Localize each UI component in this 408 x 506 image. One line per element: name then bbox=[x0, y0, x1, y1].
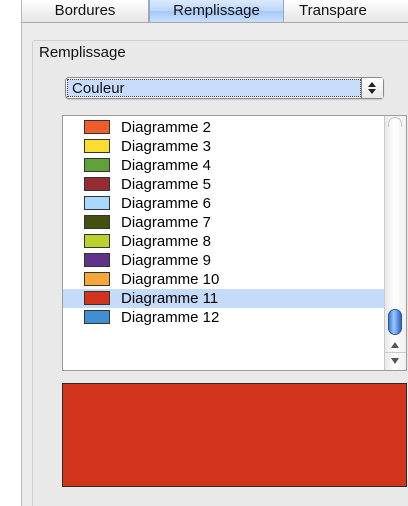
popup-arrows-icon[interactable] bbox=[361, 78, 383, 98]
list-item[interactable]: Diagramme 6 bbox=[63, 194, 384, 213]
list-item-label: Diagramme 2 bbox=[121, 119, 212, 136]
scroll-track-cap bbox=[388, 117, 402, 127]
list-item[interactable]: Diagramme 2 bbox=[63, 118, 384, 137]
list-scrollbar[interactable] bbox=[384, 116, 406, 370]
list-item[interactable]: Diagramme 10 bbox=[63, 270, 384, 289]
color-swatch bbox=[84, 215, 110, 229]
color-list-rows: Diagramme 2 Diagramme 3 Diagramme 4 Diagram… bbox=[63, 118, 384, 327]
scroll-down-icon[interactable] bbox=[391, 358, 399, 364]
list-item-label: Diagramme 9 bbox=[121, 252, 212, 269]
scroll-up-icon[interactable] bbox=[391, 342, 399, 348]
color-list[interactable]: Diagramme 2 Diagramme 3 Diagramme 4 Diagram… bbox=[62, 115, 407, 371]
scroll-thumb[interactable] bbox=[388, 309, 402, 335]
list-item[interactable]: Diagramme 7 bbox=[63, 213, 384, 232]
list-item-label: Diagramme 7 bbox=[121, 214, 212, 231]
fill-type-popup[interactable]: Couleur bbox=[65, 77, 384, 99]
color-swatch bbox=[84, 196, 110, 210]
popup-selected-value: Couleur bbox=[72, 80, 125, 97]
tab-strip: Bordures Remplissage Transpare bbox=[22, 0, 408, 23]
group-label: Remplissage bbox=[39, 44, 126, 61]
color-swatch bbox=[84, 139, 110, 153]
list-item[interactable]: Diagramme 5 bbox=[63, 175, 384, 194]
color-swatch bbox=[84, 120, 110, 134]
list-item-label: Diagramme 4 bbox=[121, 157, 212, 174]
list-item-label: Diagramme 8 bbox=[121, 233, 212, 250]
tab-transparence[interactable]: Transpare bbox=[284, 0, 408, 22]
list-item[interactable]: Diagramme 4 bbox=[63, 156, 384, 175]
color-preview bbox=[62, 383, 407, 487]
list-item[interactable]: Diagramme 9 bbox=[63, 251, 384, 270]
list-item-label: Diagramme 12 bbox=[121, 309, 220, 326]
color-swatch bbox=[84, 291, 110, 305]
list-item-label: Diagramme 10 bbox=[121, 271, 220, 288]
tab-bordures[interactable]: Bordures bbox=[22, 0, 149, 22]
window: Bordures Remplissage Transpare Remplissa… bbox=[0, 0, 408, 506]
list-item[interactable]: Diagramme 11 bbox=[63, 289, 384, 308]
list-item-label: Diagramme 11 bbox=[121, 290, 219, 307]
list-item[interactable]: Diagramme 3 bbox=[63, 137, 384, 156]
tab-remplissage[interactable]: Remplissage bbox=[149, 0, 284, 22]
color-swatch bbox=[84, 253, 110, 267]
color-swatch bbox=[84, 177, 110, 191]
list-item-label: Diagramme 6 bbox=[121, 195, 212, 212]
fill-settings-panel: Bordures Remplissage Transpare Remplissa… bbox=[21, 0, 408, 506]
arrow-up-icon bbox=[368, 82, 376, 87]
arrow-down-icon bbox=[368, 89, 376, 94]
list-item[interactable]: Diagramme 8 bbox=[63, 232, 384, 251]
color-swatch bbox=[84, 234, 110, 248]
list-item-label: Diagramme 3 bbox=[121, 138, 212, 155]
list-item-label: Diagramme 5 bbox=[121, 176, 212, 193]
list-item[interactable]: Diagramme 12 bbox=[63, 308, 384, 327]
scroll-separator bbox=[385, 352, 406, 353]
color-swatch bbox=[84, 158, 110, 172]
color-swatch bbox=[84, 310, 110, 324]
color-swatch bbox=[84, 272, 110, 286]
